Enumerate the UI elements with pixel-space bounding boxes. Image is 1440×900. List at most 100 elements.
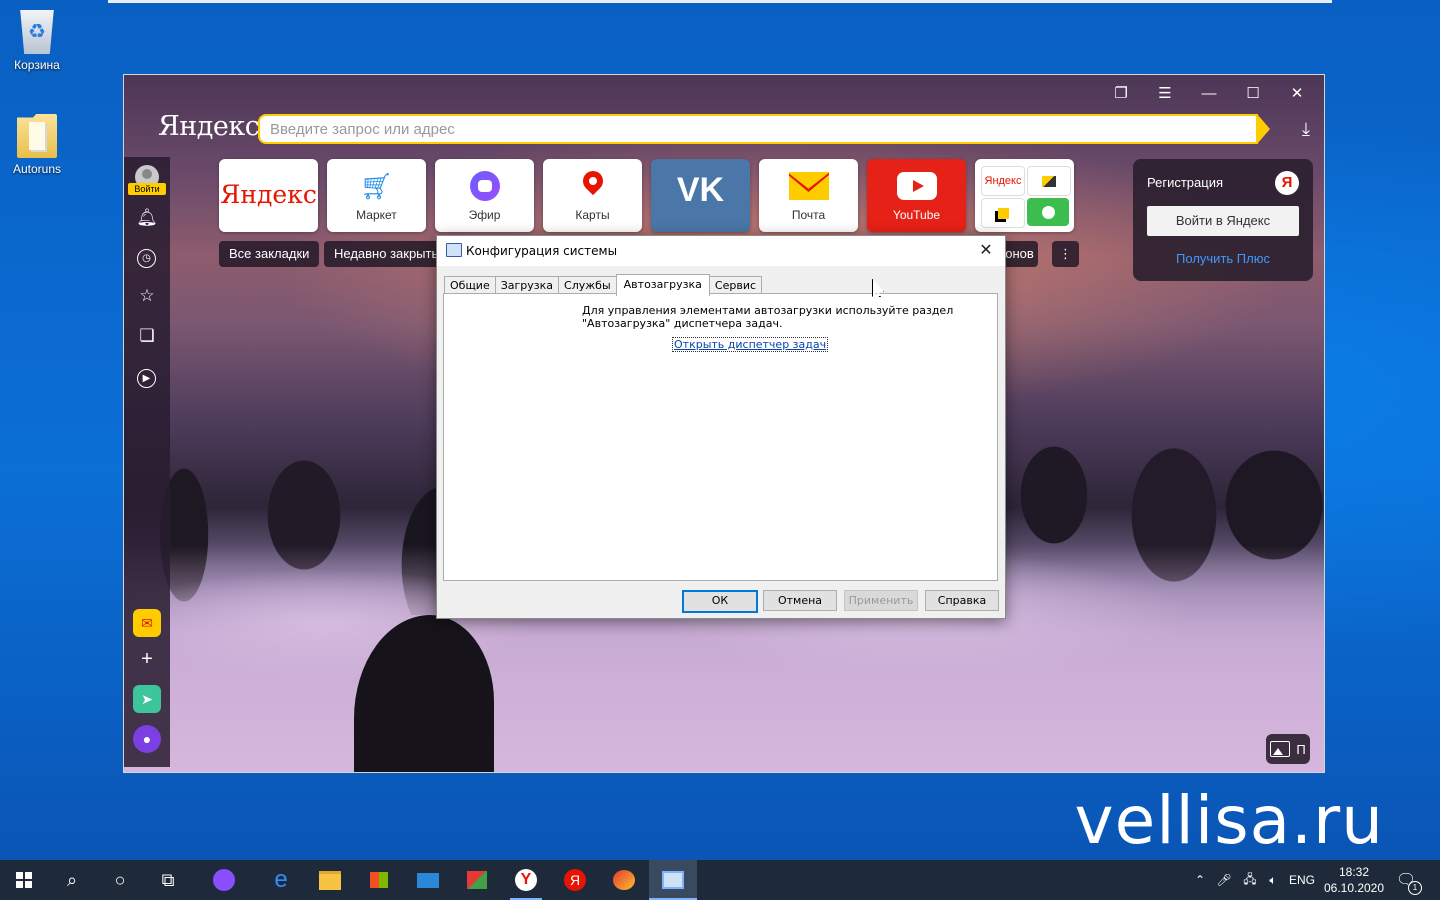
collections-icon[interactable]: ❐	[1106, 83, 1136, 103]
network-icon[interactable]: 🖧	[1238, 860, 1262, 900]
desktop-icon-label: Корзина	[14, 58, 60, 72]
cortana-icon[interactable]: ○	[96, 860, 144, 900]
edge-icon[interactable]: e	[257, 860, 305, 900]
volume-icon[interactable]: 🔈︎	[1262, 860, 1284, 900]
mail-app-icon[interactable]: ✉	[133, 609, 161, 637]
desktop-icon-recycle-bin[interactable]: Корзина	[2, 10, 72, 72]
gallery-label: П	[1296, 741, 1306, 757]
all-bookmarks-button[interactable]: Все закладки	[219, 241, 320, 267]
tile-label: YouTube	[892, 208, 941, 222]
play-icon[interactable]: ▶	[137, 369, 156, 388]
ccleaner-icon[interactable]	[600, 860, 648, 900]
search-input[interactable]	[268, 119, 1256, 139]
windows-icon	[16, 872, 32, 888]
task-view-icon[interactable]: ⧉	[144, 860, 192, 900]
tile-market[interactable]: 🛒︎ Маркет	[327, 159, 426, 232]
login-badge[interactable]: Войти	[128, 183, 166, 195]
help-button[interactable]: Справка	[925, 590, 999, 611]
recently-closed-button[interactable]: Недавно закрыть	[324, 241, 449, 267]
yandex-badge-icon: Я	[1275, 171, 1299, 195]
tab-startup[interactable]: Автозагрузка	[615, 274, 710, 296]
alice-icon[interactable]: ●	[133, 725, 161, 753]
alice-taskbar-icon[interactable]	[200, 860, 248, 900]
watermark-text: vellisa.ru	[1074, 782, 1384, 859]
store-icon[interactable]	[355, 860, 403, 900]
msconfig-icon	[446, 243, 462, 257]
tile-youtube[interactable]: YouTube	[867, 159, 966, 232]
minimize-button[interactable]: —	[1194, 83, 1224, 103]
address-bar[interactable]	[258, 114, 1270, 144]
msconfig-taskbar-icon[interactable]	[649, 860, 697, 900]
desktop-icon-autoruns[interactable]: Autoruns	[2, 114, 72, 176]
dialog-tabs: Общие Загрузка Службы Автозагрузка Серви…	[444, 274, 763, 296]
start-button[interactable]	[0, 860, 48, 900]
yandex-tile-logo: Яндекс	[220, 179, 317, 209]
cart-icon: 🛒︎	[359, 170, 393, 201]
tile-label: Почта	[791, 208, 826, 222]
star-icon[interactable]: ☆	[136, 285, 158, 307]
dialog-title: Конфигурация системы	[466, 244, 618, 258]
login-yandex-button[interactable]: Войти в Яндекс	[1147, 206, 1299, 236]
dialog-close-button[interactable]: ✕	[973, 239, 999, 261]
mail-taskbar-icon[interactable]	[404, 860, 452, 900]
add-icon[interactable]: +	[133, 645, 161, 673]
close-button[interactable]: ✕	[1282, 83, 1312, 103]
mail-icon	[788, 172, 829, 200]
desktop-icon-label: Autoruns	[12, 162, 62, 176]
clock-time: 18:32	[1338, 865, 1370, 879]
cancel-button[interactable]: Отмена	[763, 590, 837, 611]
tile-efir[interactable]: Эфир	[435, 159, 534, 232]
file-explorer-icon[interactable]	[306, 860, 354, 900]
apply-button[interactable]: Применить	[844, 590, 918, 611]
registration-title: Регистрация	[1147, 175, 1223, 190]
more-options-icon[interactable]: ⋮	[1052, 241, 1079, 267]
yandex-browser-taskbar-icon[interactable]: Y	[502, 860, 550, 900]
tile-mail[interactable]: Почта	[759, 159, 858, 232]
notification-count: 1	[1408, 881, 1422, 895]
background-gallery-button[interactable]: П	[1266, 734, 1310, 764]
history-icon[interactable]: ◷	[137, 249, 156, 268]
recycle-bin-icon	[20, 10, 54, 54]
tile-yandex[interactable]: Яндекс	[219, 159, 318, 232]
search-icon[interactable]: ⌕	[48, 860, 96, 900]
language-indicator[interactable]: ENG	[1288, 860, 1316, 900]
clock[interactable]: 18:32 06.10.2020	[1318, 864, 1390, 896]
open-task-manager-link[interactable]: Открыть диспетчер задач	[672, 337, 829, 352]
window-edge	[108, 0, 1332, 3]
side-panel: Войти 🔔︎ ◷ ☆ ❏ ▶ ✉ + ➤ ●	[124, 157, 170, 767]
mini-yandex: Яндекс	[981, 166, 1025, 196]
menu-icon[interactable]: ☰	[1150, 83, 1180, 103]
zen-icon	[981, 198, 1025, 228]
clock-date: 06.10.2020	[1323, 881, 1385, 895]
app-icon[interactable]	[453, 860, 501, 900]
vk-icon: VK	[676, 170, 725, 209]
collections-panel-icon[interactable]: ❏	[136, 325, 158, 347]
maximize-button[interactable]: ☐	[1238, 83, 1268, 103]
registration-card: Регистрация Я Войти в Яндекс Получить Пл…	[1133, 159, 1313, 281]
tile-label: Эфир	[468, 208, 501, 222]
images-icon	[1027, 166, 1071, 196]
tile-maps[interactable]: Карты	[543, 159, 642, 232]
folder-icon	[17, 114, 57, 158]
bell-icon[interactable]: 🔔︎	[136, 207, 158, 229]
tile-yandex-services[interactable]: Яндекс	[975, 159, 1074, 232]
startup-tab-panel: Для управления элементами автозагрузки и…	[443, 293, 998, 581]
get-plus-link[interactable]: Получить Плюс	[1133, 251, 1313, 266]
image-icon	[1270, 741, 1291, 757]
show-hidden-icons[interactable]: ⌃	[1190, 860, 1210, 900]
system-configuration-dialog: Конфигурация системы ✕ Общие Загрузка Сл…	[436, 235, 1006, 619]
taskbar: ⌕ ○ ⧉ e Y Я ⌃ 🎤︎ 🖧 🔈︎ ENG 18:32 06.10.20…	[0, 860, 1440, 900]
map-pin-icon	[583, 171, 603, 201]
microphone-icon[interactable]: 🎤︎	[1214, 860, 1234, 900]
tile-vk[interactable]: VK	[651, 159, 750, 232]
yandex-taskbar-icon[interactable]: Я	[551, 860, 599, 900]
dialog-title-bar: Конфигурация системы ✕	[437, 236, 1005, 266]
download-icon[interactable]: ⤓	[1302, 119, 1310, 140]
startup-message: Для управления элементами автозагрузки и…	[582, 304, 954, 330]
youtube-icon	[896, 172, 937, 200]
tile-label: Карты	[575, 208, 610, 222]
tile-label: Маркет	[356, 208, 397, 222]
yandex-logo[interactable]: Яндекс	[158, 111, 260, 142]
messenger-icon[interactable]: ➤	[133, 685, 161, 713]
ok-button[interactable]: ОК	[682, 590, 758, 613]
